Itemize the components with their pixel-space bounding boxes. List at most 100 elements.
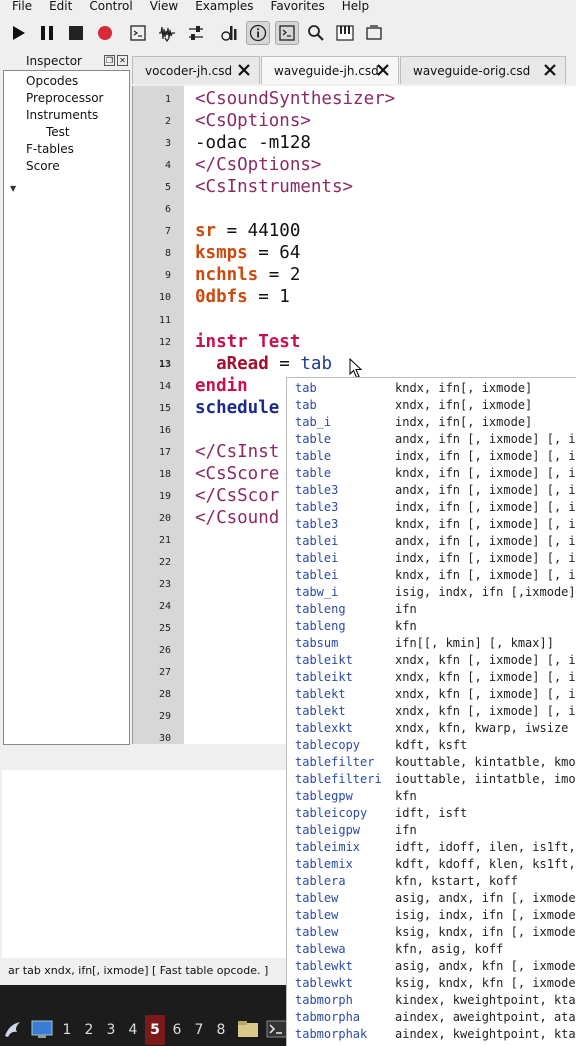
bird-logo-icon[interactable] — [2, 1018, 24, 1040]
completion-item[interactable]: tablew isig, indx, ifn [, ixmode — [287, 907, 576, 924]
completion-item[interactable]: tablefilter kouttable, kintatble, kmod — [287, 754, 576, 771]
inspector-title: Inspector — [26, 54, 82, 68]
console-icon — [279, 25, 295, 41]
play-button[interactable] — [6, 21, 30, 45]
tab-vocoder-jh-csd[interactable]: vocoder-jh.csd — [132, 56, 260, 84]
tree-item-instruments[interactable]: Instruments — [26, 107, 98, 123]
close-tab-icon[interactable] — [543, 63, 557, 77]
completion-opcode: tablekt — [295, 687, 346, 701]
completion-item[interactable]: tab xndx, ifn[, ixmode] — [287, 397, 576, 414]
completion-signature: kfn — [395, 619, 417, 633]
completion-item[interactable]: tablexkt xndx, kfn, kwarp, iwsize — [287, 720, 576, 737]
record-icon — [98, 26, 112, 40]
completion-item[interactable]: table3 indx, ifn [, ixmode] [, ix — [287, 499, 576, 516]
completion-item[interactable]: table3 kndx, ifn [, ixmode] [, ix — [287, 516, 576, 533]
completion-item[interactable]: table3 andx, ifn [, ixmode] [, ix — [287, 482, 576, 499]
tree-item-f-tables[interactable]: F-tables — [26, 141, 74, 157]
completion-item[interactable]: tabsum ifn[[, kmin] [, kmax]] — [287, 635, 576, 652]
completion-item[interactable]: table indx, ifn [, ixmode] [, ix — [287, 448, 576, 465]
completion-item[interactable]: tabmorpha aindex, aweightpoint, atab — [287, 1009, 576, 1026]
tree-item-score[interactable]: Score — [26, 158, 60, 174]
completion-item[interactable]: tablei andx, ifn [, ixmode] [, ix — [287, 533, 576, 550]
menu-file[interactable]: File — [0, 0, 37, 14]
info-icon — [249, 24, 267, 42]
close-tab-icon[interactable] — [376, 63, 390, 77]
tree-item-opcodes[interactable]: Opcodes — [26, 73, 78, 89]
completion-item[interactable]: tabmorphak aindex, kweightpoint, ktab — [287, 1026, 576, 1043]
completion-item[interactable]: tablei indx, ifn [, ixmode] [, ix — [287, 550, 576, 567]
sliders-button[interactable] — [184, 21, 208, 45]
tree-item-test[interactable]: Test — [46, 124, 70, 140]
completion-item[interactable]: tablewkt ksig, kndx, kfn [, ixmode — [287, 975, 576, 992]
tab-waveguide-orig-csd[interactable]: waveguide-orig.csd — [400, 56, 566, 84]
completion-item[interactable]: tablei kndx, ifn [, ixmode] [, ix — [287, 567, 576, 584]
workspace-4[interactable]: 4 — [123, 1015, 143, 1045]
workspace-5[interactable]: 5 — [145, 1015, 165, 1045]
completion-item[interactable]: tableng ifn — [287, 601, 576, 618]
completion-item[interactable]: tablekt xndx, kfn [, ixmode] [, ix — [287, 703, 576, 720]
menu-view[interactable]: View — [138, 0, 183, 14]
float-dock-icon[interactable]: ❐ — [104, 55, 115, 66]
console-button[interactable] — [275, 21, 299, 45]
workspace-2[interactable]: 2 — [79, 1015, 99, 1045]
completion-item[interactable]: tableimix idft, idoff, ilen, is1ft, — [287, 839, 576, 856]
search-button[interactable] — [304, 21, 328, 45]
completion-item[interactable]: tableigpw ifn — [287, 822, 576, 839]
code-token: <CsoundSynthesizer> — [195, 89, 396, 109]
completion-item[interactable]: tablegpw kfn — [287, 788, 576, 805]
pause-button[interactable] — [35, 21, 59, 45]
completion-signature: ifn — [395, 823, 417, 837]
completion-item[interactable]: tablewa kfn, asig, koff — [287, 941, 576, 958]
terminal-button[interactable] — [126, 21, 150, 45]
completion-item[interactable]: tab kndx, ifn[, ixmode] — [287, 380, 576, 397]
close-dock-icon[interactable]: ✕ — [117, 55, 128, 66]
completion-item[interactable]: tableikt xndx, kfn [, ixmode] [, ix — [287, 669, 576, 686]
tab-waveguide-jh-csd[interactable]: waveguide-jh.csd — [261, 56, 399, 84]
console-output[interactable] — [2, 770, 290, 958]
menu-help[interactable]: Help — [330, 0, 374, 14]
menu-control[interactable]: Control — [77, 0, 137, 14]
completion-item[interactable]: tablera kfn, kstart, koff — [287, 873, 576, 890]
tuning-button[interactable] — [217, 21, 241, 45]
completion-item[interactable]: tablefilteri iouttable, iintatble, imod — [287, 771, 576, 788]
menu-edit[interactable]: Edit — [37, 0, 77, 14]
tree-item-preprocessor[interactable]: Preprocessor — [26, 90, 103, 106]
workspace-3[interactable]: 3 — [101, 1015, 121, 1045]
completion-item[interactable]: tabw_i isig, indx, ifn [,ixmode] — [287, 584, 576, 601]
stop-button[interactable] — [64, 21, 88, 45]
workspace-1[interactable]: 1 — [57, 1015, 77, 1045]
completion-item[interactable]: table kndx, ifn [, ixmode] [, ix — [287, 465, 576, 482]
completion-item[interactable]: tablecopy kdft, ksft — [287, 737, 576, 754]
workspace-6[interactable]: 6 — [167, 1015, 187, 1045]
completion-item[interactable]: tableicopy idft, isft — [287, 805, 576, 822]
menu-favorites[interactable]: Favorites — [259, 0, 330, 14]
completion-item[interactable]: tabmorph kindex, kweightpoint, ktab — [287, 992, 576, 1009]
workspace-8[interactable]: 8 — [211, 1015, 231, 1045]
file-manager-icon[interactable] — [237, 1020, 259, 1038]
completion-item[interactable]: tablewkt asig, andx, kfn [, ixmode — [287, 958, 576, 975]
keyboard-button[interactable] — [333, 21, 357, 45]
stop-icon — [69, 26, 83, 40]
completion-item[interactable]: table andx, ifn [, ixmode] [, ix — [287, 431, 576, 448]
completion-item[interactable]: tablew ksig, kndx, ifn [, ixmode — [287, 924, 576, 941]
completion-item[interactable]: tablew asig, andx, ifn [, ixmode — [287, 890, 576, 907]
completion-item[interactable]: tab_i indx, ifn[, ixmode] — [287, 414, 576, 431]
code-line: <CsInstruments> — [195, 176, 353, 198]
waveform-button[interactable] — [155, 21, 179, 45]
completion-item[interactable]: tablemix kdft, kdoff, klen, ks1ft, — [287, 856, 576, 873]
record-button[interactable] — [93, 21, 117, 45]
workspace-7[interactable]: 7 — [189, 1015, 209, 1045]
close-tab-icon[interactable] — [237, 63, 251, 77]
code-line: </CsScor — [195, 485, 279, 507]
window-button[interactable] — [362, 21, 386, 45]
completion-item[interactable]: tablekt xndx, kfn [, ixmode] [, ix — [287, 686, 576, 703]
terminal-app-icon[interactable] — [266, 1020, 288, 1038]
completion-signature: idft, isft — [395, 806, 468, 820]
info-button[interactable] — [246, 21, 270, 45]
completion-item[interactable]: tableng kfn — [287, 618, 576, 635]
completion-item[interactable]: tableikt xndx, kfn [, ixmode] [, ix — [287, 652, 576, 669]
code-line: <CsOptions> — [195, 110, 311, 132]
expand-arrow-icon[interactable]: ▼ — [10, 184, 16, 193]
desktop-icon[interactable] — [31, 1019, 53, 1039]
menu-examples[interactable]: Examples — [183, 0, 258, 14]
